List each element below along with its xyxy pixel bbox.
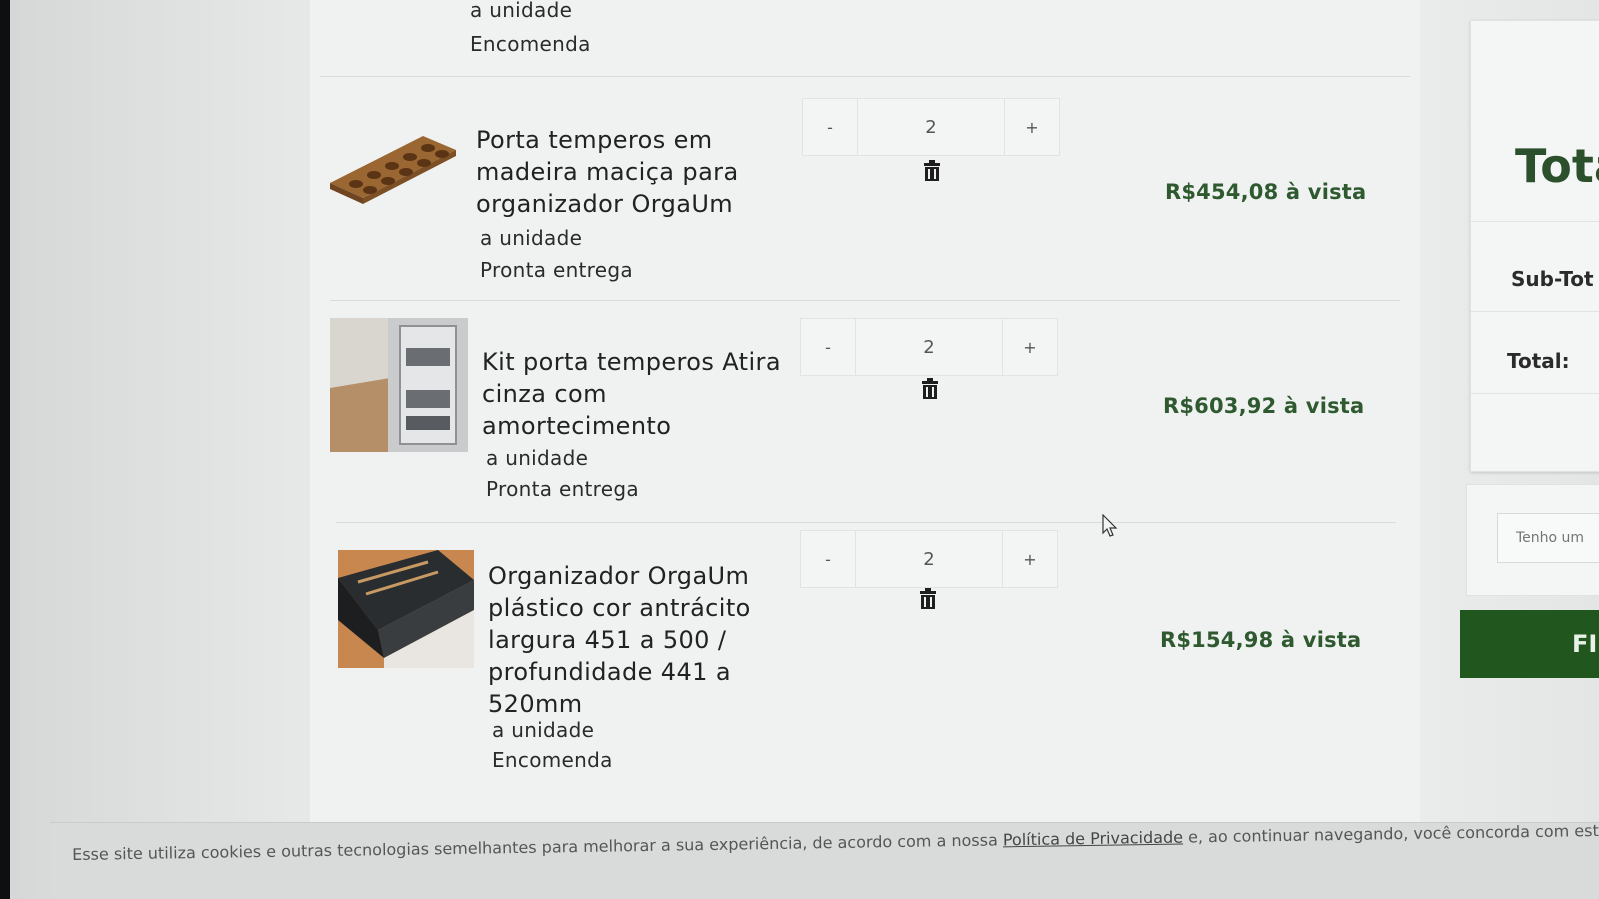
item-unit-label: a unidade xyxy=(480,226,583,250)
item-unit-label: a unidade xyxy=(470,0,573,22)
summary-divider xyxy=(1471,221,1599,222)
quantity-value[interactable]: 2 xyxy=(857,99,1005,155)
row-divider xyxy=(330,300,1400,301)
item-unit-label: a unidade xyxy=(492,718,595,742)
increase-button[interactable]: + xyxy=(1005,99,1059,155)
item-price: R$154,98 à vista xyxy=(1160,628,1362,652)
item-price: R$603,92 à vista xyxy=(1163,394,1365,418)
browser-screen: a unidade Encomenda Porta temperos em ma… xyxy=(10,0,1599,899)
mouse-cursor-icon xyxy=(1102,513,1118,542)
row-divider xyxy=(320,76,1410,77)
summary-title: Tota xyxy=(1515,139,1599,193)
summary-divider xyxy=(1471,393,1599,394)
item-availability: Pronta entrega xyxy=(486,477,639,501)
coupon-panel xyxy=(1466,484,1599,596)
cart-item: Organizador OrgaUm plástico cor antrácit… xyxy=(310,530,1410,790)
quantity-value[interactable]: 2 xyxy=(855,531,1003,587)
coupon-input[interactable] xyxy=(1497,513,1599,563)
drawer-organizer-image xyxy=(338,550,474,668)
item-name[interactable]: Porta temperos em madeira maciça para or… xyxy=(476,124,739,220)
item-availability: Pronta entrega xyxy=(480,258,633,282)
privacy-policy-link[interactable]: Política de Privacidade xyxy=(1003,828,1183,850)
quantity-stepper: - 2 + xyxy=(800,318,1058,376)
item-name[interactable]: Kit porta temperos Atira cinza com amort… xyxy=(482,346,781,442)
wooden-spice-rack-image xyxy=(328,128,458,212)
increase-button[interactable]: + xyxy=(1003,531,1057,587)
subtotal-label: Sub-Tot xyxy=(1511,267,1594,291)
trash-icon[interactable] xyxy=(920,378,942,402)
quantity-stepper: - 2 + xyxy=(800,530,1058,588)
total-label: Total: xyxy=(1507,349,1570,373)
decrease-button[interactable]: - xyxy=(801,319,855,375)
row-divider xyxy=(336,522,1396,523)
cookie-consent-bar: Esse site utiliza cookies e outras tecno… xyxy=(50,820,1599,899)
finish-order-button[interactable]: FI xyxy=(1460,610,1599,678)
trash-icon[interactable] xyxy=(918,588,940,612)
cart-item: Kit porta temperos Atira cinza com amort… xyxy=(310,308,1410,518)
increase-button[interactable]: + xyxy=(1003,319,1057,375)
item-name[interactable]: Organizador OrgaUm plástico cor antrácit… xyxy=(488,560,751,720)
cart-list: a unidade Encomenda Porta temperos em ma… xyxy=(310,0,1420,850)
decrease-button[interactable]: - xyxy=(801,531,855,587)
trash-icon[interactable] xyxy=(922,160,944,184)
decrease-button[interactable]: - xyxy=(803,99,857,155)
pull-out-spice-rack-image xyxy=(330,318,468,452)
quantity-value[interactable]: 2 xyxy=(855,319,1003,375)
quantity-stepper: - 2 + xyxy=(802,98,1060,156)
cookie-message: Esse site utiliza cookies e outras tecno… xyxy=(72,820,1599,864)
item-availability: Encomenda xyxy=(470,32,591,56)
item-availability: Encomenda xyxy=(492,748,613,772)
item-price: R$454,08 à vista xyxy=(1165,180,1367,204)
cart-item: Porta temperos em madeira maciça para or… xyxy=(310,90,1410,300)
item-unit-label: a unidade xyxy=(486,446,589,470)
summary-divider xyxy=(1471,311,1599,312)
order-summary-panel: Tota Sub-Tot Total: xyxy=(1470,20,1599,472)
